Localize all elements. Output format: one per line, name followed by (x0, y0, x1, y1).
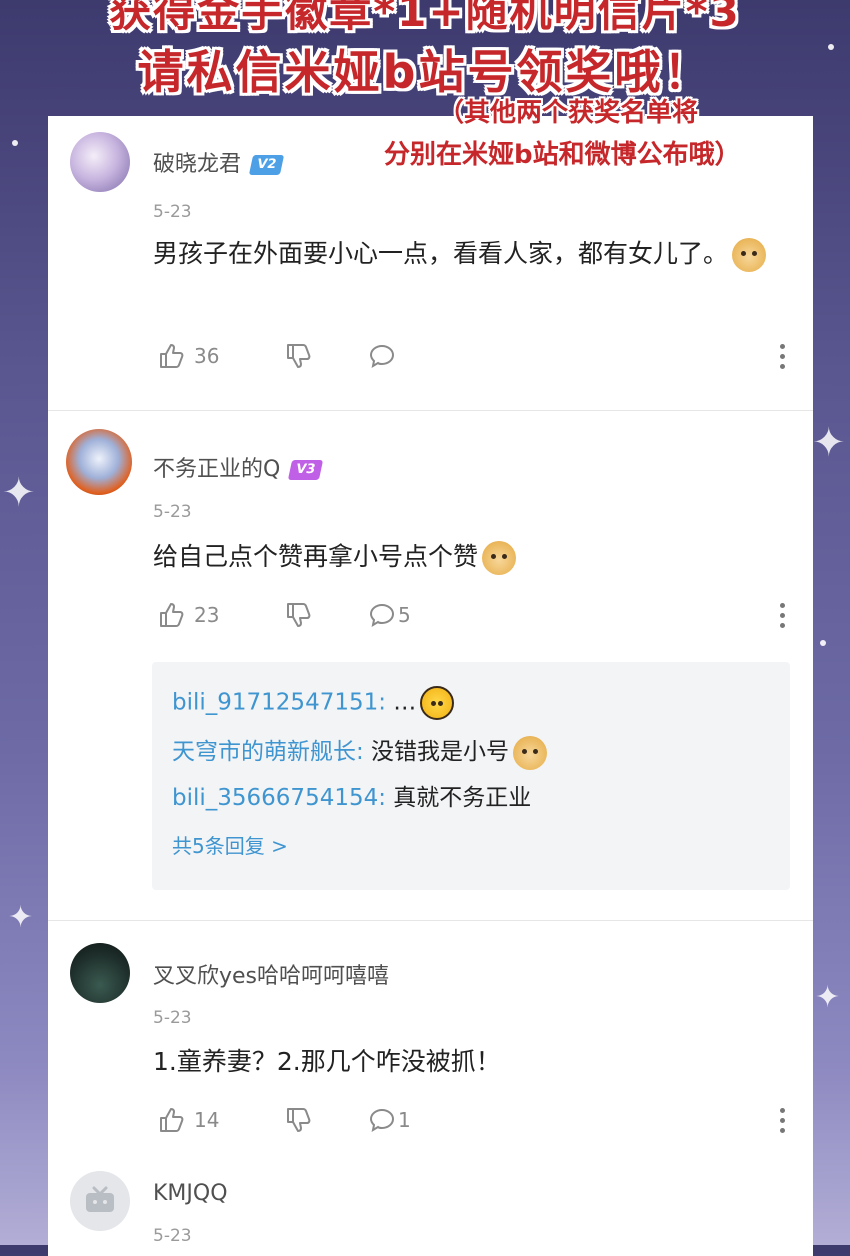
level-badge: V2 (248, 155, 285, 175)
background-sparkle: ✦ (8, 900, 34, 935)
reply-count: 1 (398, 1108, 411, 1132)
reply-button[interactable]: 5 (368, 600, 411, 630)
more-icon[interactable] (780, 344, 786, 369)
banner-prize-line: 获得金手徽章*1+随机明信片*3 (109, 0, 741, 36)
banner-note-line-2: 分别在米娅b站和微博公布哦） (384, 140, 741, 170)
default-avatar-icon[interactable] (70, 1171, 130, 1231)
doge-emoji-icon (513, 735, 548, 770)
comment-actions: 23 5 (158, 600, 808, 630)
reply-count: 5 (398, 603, 411, 627)
like-button[interactable]: 36 (158, 341, 219, 371)
username-text: 破晓龙君 (153, 152, 242, 177)
dislike-button[interactable] (285, 341, 313, 371)
reply-text: 真就不务正业 (386, 785, 532, 811)
comment-date: 5-23 (153, 502, 192, 522)
reply-icon (369, 1108, 395, 1133)
more-icon[interactable] (780, 1108, 786, 1133)
tv-icon (86, 1186, 114, 1212)
comment-text: 1.童养妻？2.那几个咋没被抓！ (153, 1047, 501, 1076)
like-icon (160, 344, 184, 368)
username[interactable]: 不务正业的Q V3 (153, 451, 324, 483)
background-star (12, 140, 18, 146)
reply-button[interactable]: 1 (368, 1105, 411, 1135)
comment-actions: 14 1 (158, 1105, 808, 1135)
reply-preview-box: bili_91712547151: … 天穹市的萌新舰长: 没错我是小号 bil… (152, 662, 790, 890)
like-count: 14 (194, 1108, 220, 1132)
reply-icon (369, 603, 395, 628)
username[interactable]: 破晓龙君 V2 (153, 146, 285, 178)
banner-claim-line: 请私信米娅b站号领奖哦！ (137, 45, 713, 99)
like-icon (160, 603, 184, 627)
more-icon[interactable] (780, 603, 786, 628)
avatar[interactable] (70, 943, 130, 1003)
comment-date: 5-23 (153, 1226, 192, 1246)
username-text: 叉叉欣yes哈哈呵呵嘻嘻 (153, 964, 390, 989)
dislike-button[interactable] (285, 1105, 313, 1135)
comment-date: 5-23 (153, 1008, 192, 1028)
doge-emoji-icon (732, 238, 767, 272)
banner-note-line-1: （其他两个获奖名单将 (438, 98, 699, 128)
comment-item: KMJQQ 5-23 (48, 1161, 813, 1246)
background-star (820, 640, 826, 646)
comment-actions: 36 (158, 341, 808, 371)
background-sparkle: ✦ (815, 980, 841, 1015)
reply-text: … (386, 689, 417, 716)
reply-item[interactable]: bili_91712547151: … (172, 686, 455, 720)
avatar[interactable] (70, 132, 130, 192)
reply-text: 没错我是小号 (363, 739, 510, 765)
reply-item[interactable]: 天穹市的萌新舰长: 没错我是小号 (172, 732, 548, 770)
laughing-emoji-icon (420, 686, 455, 720)
comment-item: 叉叉欣yes哈哈呵呵嘻嘻 5-23 1.童养妻？2.那几个咋没被抓！ 14 1 (48, 921, 813, 1161)
username[interactable]: KMJQQ (153, 1181, 228, 1206)
username-text: KMJQQ (153, 1181, 228, 1206)
reply-username[interactable]: bili_35666754154: (172, 785, 386, 811)
level-badge: V3 (288, 460, 324, 480)
like-count: 36 (194, 344, 220, 368)
reply-username[interactable]: bili_91712547151: (172, 690, 386, 716)
background-sparkle: ✦ (2, 470, 36, 516)
view-all-replies-link[interactable]: 共5条回复 > (172, 830, 288, 859)
username-text: 不务正业的Q (153, 457, 281, 482)
comment-text-content: 给自己点个赞再拿小号点个赞 (153, 542, 479, 571)
reply-icon (369, 344, 395, 369)
like-button[interactable]: 23 (158, 600, 219, 630)
avatar[interactable] (66, 429, 132, 495)
dislike-button[interactable] (285, 600, 313, 630)
background-sparkle: ✦ (812, 420, 846, 466)
comment-text: 男孩子在外面要小心一点，看看人家，都有女儿了。 (153, 234, 773, 274)
dislike-icon (287, 344, 311, 368)
reply-button[interactable] (368, 341, 396, 371)
comment-text: 给自己点个赞再拿小号点个赞 (153, 537, 773, 577)
like-icon (160, 1108, 184, 1132)
doge-emoji-icon (482, 541, 517, 575)
reply-item[interactable]: bili_35666754154: 真就不务正业 (172, 778, 531, 812)
like-button[interactable]: 14 (158, 1105, 219, 1135)
reply-username[interactable]: 天穹市的萌新舰长: (172, 739, 364, 765)
username[interactable]: 叉叉欣yes哈哈呵呵嘻嘻 (153, 958, 389, 990)
comment-date: 5-23 (153, 202, 192, 222)
dislike-icon (287, 1108, 311, 1132)
comment-text-content: 男孩子在外面要小心一点，看看人家，都有女儿了。 (153, 239, 729, 268)
like-count: 23 (194, 603, 220, 627)
dislike-icon (287, 603, 311, 627)
